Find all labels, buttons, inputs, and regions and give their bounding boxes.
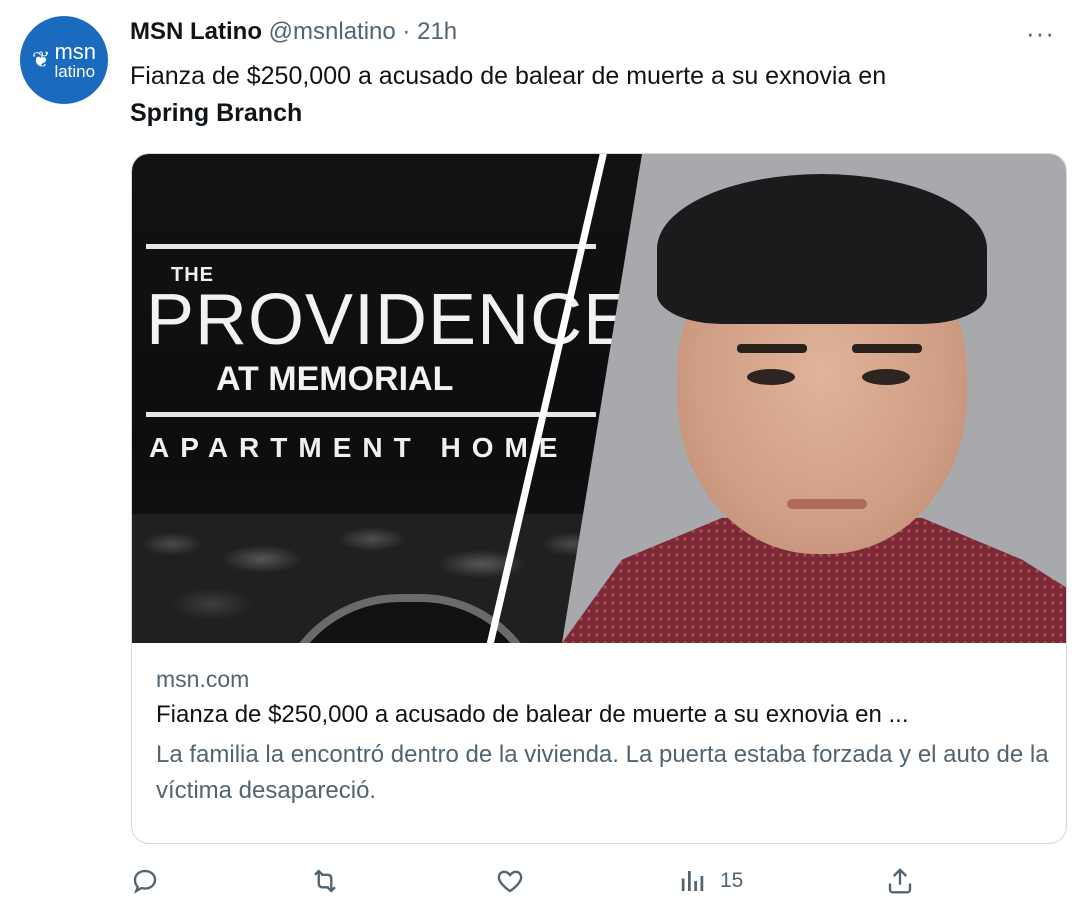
link-card[interactable]: THE PROVIDENCE AT MEMORIAL APARTMENT HOM… bbox=[131, 153, 1067, 844]
avatar-line2: latino bbox=[54, 61, 96, 81]
msn-latino-logo: ❦ msn latino bbox=[32, 38, 96, 81]
author-name[interactable]: MSN Latino bbox=[130, 18, 262, 45]
sign-middle-line bbox=[146, 412, 596, 417]
card-meta[interactable]: msn.com Fianza de $250,000 a acusado de … bbox=[156, 666, 1049, 809]
action-bar: 15 bbox=[130, 866, 920, 906]
avatar-line1: msn bbox=[54, 38, 96, 64]
card-image[interactable]: THE PROVIDENCE AT MEMORIAL APARTMENT HOM… bbox=[132, 154, 1066, 643]
views-count: 15 bbox=[720, 869, 744, 892]
mugshot-right-eye bbox=[862, 369, 910, 385]
mugshot-hair bbox=[657, 174, 987, 324]
card-domain: msn.com bbox=[156, 666, 250, 692]
reply-icon bbox=[133, 869, 157, 894]
reply-button[interactable] bbox=[130, 866, 160, 896]
apartment-sign: THE PROVIDENCE AT MEMORIAL APARTMENT HOM… bbox=[146, 244, 631, 504]
card-description: La familia la encontró dentro de la vivi… bbox=[156, 741, 1049, 804]
author-handle[interactable]: @msnlatino bbox=[269, 18, 396, 45]
tweet-text-main: Fianza de $250,000 a acusado de balear d… bbox=[130, 62, 887, 90]
apartment-sign-photo: THE PROVIDENCE AT MEMORIAL APARTMENT HOM… bbox=[132, 154, 642, 643]
views-icon bbox=[681, 871, 704, 891]
card-title: Fianza de $250,000 a acusado de balear d… bbox=[156, 701, 909, 728]
sign-at-memorial: AT MEMORIAL bbox=[216, 360, 454, 398]
share-icon bbox=[888, 868, 912, 894]
mugshot-left-eye bbox=[747, 369, 795, 385]
share-button[interactable] bbox=[885, 866, 915, 896]
tweet-header: MSN Latino @msnlatino · 21h bbox=[130, 18, 457, 46]
mugshot-photo bbox=[562, 154, 1066, 643]
avatar[interactable]: ❦ msn latino bbox=[20, 16, 108, 104]
views-button[interactable]: 15 bbox=[678, 866, 743, 896]
like-button[interactable] bbox=[495, 866, 525, 896]
heart-icon bbox=[497, 870, 523, 893]
butterfly-icon: ❦ bbox=[32, 47, 51, 72]
more-options-icon[interactable]: ··· bbox=[1026, 18, 1055, 49]
retweet-button[interactable] bbox=[310, 866, 340, 896]
mugshot-left-brow bbox=[737, 344, 807, 353]
mugshot-mouth bbox=[787, 499, 867, 509]
mugshot-right-brow bbox=[852, 344, 922, 353]
separator-dot: · bbox=[402, 18, 411, 45]
sign-apartment-home: APARTMENT HOME bbox=[149, 432, 569, 463]
tweet-time[interactable]: 21h bbox=[417, 18, 457, 45]
tweet-text: Fianza de $250,000 a acusado de balear d… bbox=[130, 58, 1030, 132]
sign-top-line bbox=[146, 244, 596, 249]
retweet-icon bbox=[314, 869, 336, 893]
tweet-text-bold: Spring Branch bbox=[130, 99, 303, 127]
